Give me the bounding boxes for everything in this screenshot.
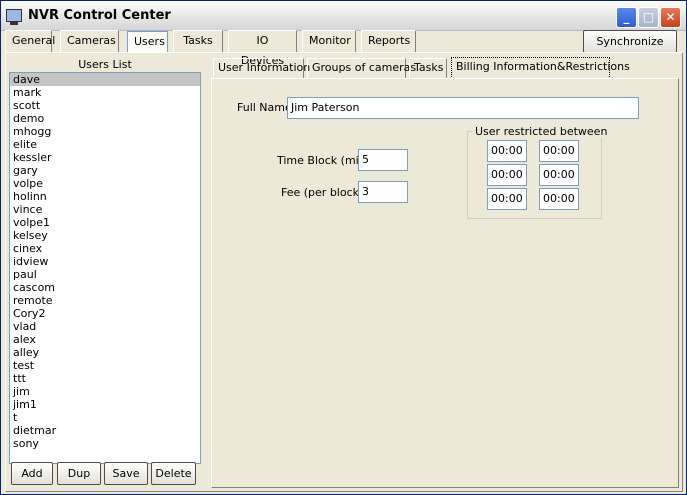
list-item[interactable]: paul [10, 268, 200, 281]
synchronize-button[interactable]: Synchronize [583, 30, 677, 53]
title-bar[interactable]: NVR Control Center _ □ ✕ [1, 1, 686, 31]
tab-reports[interactable]: Reports [361, 30, 416, 52]
list-item[interactable]: kessler [10, 151, 200, 164]
fee-label: Fee (per block) [281, 186, 364, 199]
list-item[interactable]: gary [10, 164, 200, 177]
list-item[interactable]: sony [10, 437, 200, 450]
list-item[interactable]: scott [10, 99, 200, 112]
tab-io-devices[interactable]: IO Devices [228, 30, 297, 67]
tab-users[interactable]: Users [127, 31, 168, 53]
app-window: NVR Control Center _ □ ✕ General Cameras… [0, 0, 687, 495]
tab-tasks-inner[interactable]: Tasks [409, 58, 447, 78]
full-name-field[interactable]: Jim Paterson [287, 97, 639, 119]
save-button[interactable]: Save [104, 462, 148, 485]
restriction-group-title: User restricted between [473, 125, 610, 138]
time-block-label: Time Block (min) [277, 154, 370, 167]
list-item[interactable]: elite [10, 138, 200, 151]
list-item[interactable]: mhogg [10, 125, 200, 138]
tab-tasks[interactable]: Tasks [173, 30, 223, 52]
restrict-from-2[interactable]: 00:00 [487, 164, 527, 186]
tab-general[interactable]: General [5, 30, 55, 52]
list-item[interactable]: demo [10, 112, 200, 125]
list-item[interactable]: alley [10, 346, 200, 359]
users-list[interactable]: dave mark scott demo mhogg elite kessler gary vo… [9, 72, 201, 464]
list-item[interactable]: ttt [10, 372, 200, 385]
list-item[interactable]: test [10, 359, 200, 372]
list-item[interactable]: mark [10, 86, 200, 99]
list-item[interactable]: alex [10, 333, 200, 346]
list-item[interactable]: Cory2 [10, 307, 200, 320]
list-item[interactable]: kelsey [10, 229, 200, 242]
tab-user-information[interactable]: User Information [213, 58, 310, 78]
list-item[interactable]: remote [10, 294, 200, 307]
time-block-field[interactable]: 5 [358, 149, 408, 171]
maximize-icon: □ [642, 10, 655, 24]
add-button[interactable]: Add [11, 462, 53, 485]
list-item[interactable]: cascom [10, 281, 200, 294]
list-item[interactable]: cinex [10, 242, 200, 255]
restrict-to-3[interactable]: 00:00 [539, 188, 579, 210]
list-item[interactable]: jim1 [10, 398, 200, 411]
tab-billing-restrictions[interactable]: Billing Information&Restrictions [451, 57, 630, 79]
list-item[interactable]: dave [10, 73, 200, 86]
users-panel: Users List dave mark scott demo mhogg elite ke… [9, 58, 201, 489]
billing-tab-page [211, 78, 679, 488]
restrict-to-1[interactable]: 00:00 [539, 140, 579, 162]
list-item[interactable]: idview [10, 255, 200, 268]
fee-field[interactable]: 3 [358, 181, 408, 203]
list-item[interactable]: dietmar [10, 424, 200, 437]
delete-button[interactable]: Delete [151, 462, 196, 485]
maximize-button[interactable]: □ [638, 7, 659, 28]
full-name-label: Full Name [237, 101, 292, 114]
restrict-from-1[interactable]: 00:00 [487, 140, 527, 162]
list-item[interactable]: vince [10, 203, 200, 216]
dup-button[interactable]: Dup [57, 462, 101, 485]
list-item[interactable]: jim [10, 385, 200, 398]
list-item[interactable]: volpe1 [10, 216, 200, 229]
restrict-from-3[interactable]: 00:00 [487, 188, 527, 210]
tab-groups-of-cameras[interactable]: Groups of cameras [307, 58, 416, 78]
list-item[interactable]: t [10, 411, 200, 424]
list-item[interactable]: volpe [10, 177, 200, 190]
window-title: NVR Control Center [28, 8, 171, 23]
users-list-title: Users List [78, 58, 132, 71]
minimize-icon: _ [623, 10, 630, 24]
restrict-to-2[interactable]: 00:00 [539, 164, 579, 186]
close-icon: ✕ [665, 10, 676, 24]
tab-monitor[interactable]: Monitor [302, 30, 356, 52]
minimize-button[interactable]: _ [616, 7, 637, 28]
close-button[interactable]: ✕ [660, 7, 681, 28]
list-item[interactable]: vlad [10, 320, 200, 333]
tab-cameras[interactable]: Cameras [60, 30, 119, 52]
computer-icon [6, 9, 22, 25]
list-item[interactable]: holinn [10, 190, 200, 203]
